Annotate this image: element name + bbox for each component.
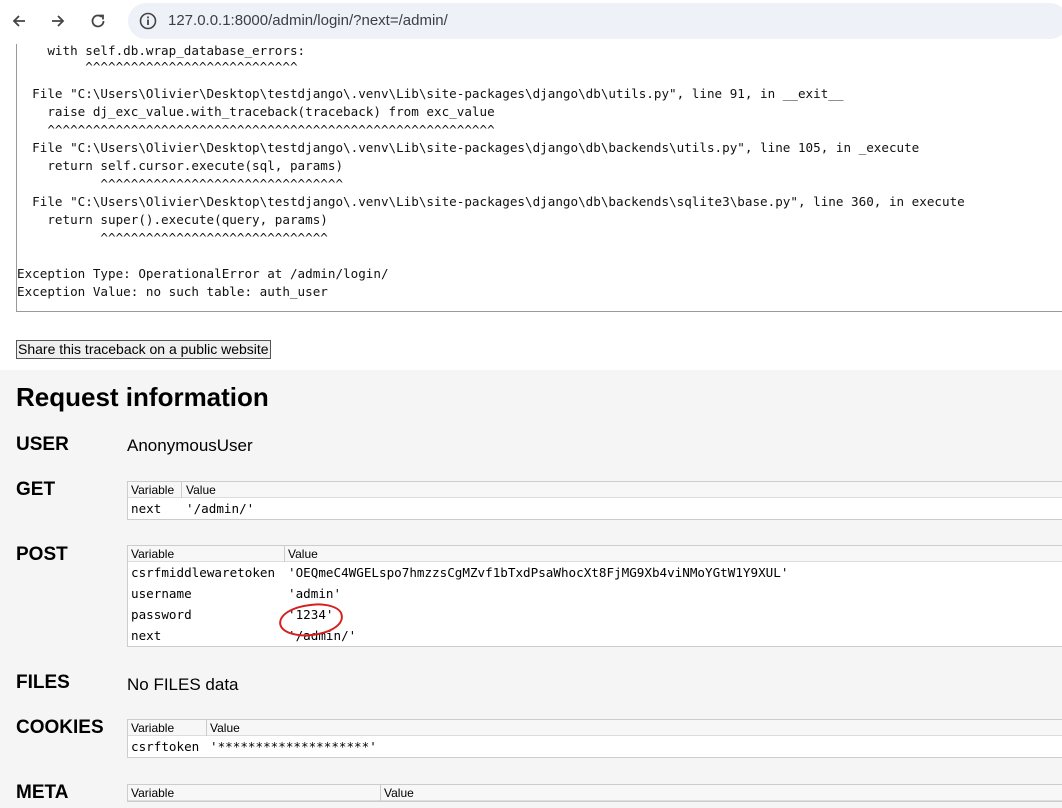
variable-cell: username [131, 586, 192, 601]
value-column-header: Value [384, 786, 414, 800]
table-row: next '/admin/' [128, 498, 1062, 519]
table-row: password '1234' [128, 604, 1062, 625]
url-text[interactable]: 127.0.0.1:8000/admin/login/?next=/admin/ [168, 12, 448, 29]
get-label: GET [16, 479, 56, 500]
traceback-line: File "C:\Users\Olivier\Desktop\testdjang… [17, 86, 844, 101]
files-label: FILES [16, 672, 70, 693]
forward-button[interactable] [45, 8, 71, 34]
variable-cell: csrftoken [131, 739, 200, 754]
traceback-line: File "C:\Users\Olivier\Desktop\testdjang… [17, 140, 920, 155]
info-icon[interactable] [138, 11, 158, 31]
value-column-header: Value [288, 547, 318, 561]
variable-cell: password [131, 607, 192, 622]
variable-cell: next [131, 501, 162, 516]
value-column-header: Value [210, 721, 240, 735]
table-row: csrfmiddlewaretoken 'OEQmeC4WGELspo7hmzz… [128, 562, 1062, 583]
table-header: Variable Value [128, 546, 1062, 562]
arrow-right-icon [52, 15, 65, 27]
browser-toolbar: 127.0.0.1:8000/admin/login/?next=/admin/ [0, 0, 1062, 44]
value-cell: '********************' [210, 739, 377, 754]
request-information-title: Request information [16, 382, 269, 412]
post-label: POST [16, 544, 68, 565]
table-header: Variable Value [128, 482, 1062, 498]
back-button[interactable] [6, 8, 32, 34]
variable-column-header: Variable [131, 547, 175, 561]
share-traceback-button[interactable]: Share this traceback on a public website [16, 340, 271, 359]
traceback-line: Exception Type: OperationalError at /adm… [17, 266, 389, 281]
traceback-line: ^^^^^^^^^^^^^^^^^^^^^^^^^^^^^^^^^^^^^^^^… [17, 122, 495, 137]
post-table: Variable Value csrfmiddlewaretoken 'OEQm… [127, 545, 1062, 647]
value-cell: '/admin/' [186, 501, 255, 516]
meta-table: Variable Value [127, 784, 1062, 802]
cookies-label: COOKIES [16, 717, 104, 738]
traceback-line: return super().execute(query, params) [17, 212, 328, 227]
table-row: username 'admin' [128, 583, 1062, 604]
value-cell: 'OEQmeC4WGELspo7hmzzsCgMZvf1bTxdPsaWhocX… [288, 565, 789, 580]
traceback-box: with self.db.wrap_database_errors: ^^^^^… [16, 44, 1062, 312]
traceback-line: Exception Value: no such table: auth_use… [17, 284, 328, 299]
value-column-header: Value [186, 483, 216, 497]
variable-column-header: Variable [131, 786, 175, 800]
traceback-line: ^^^^^^^^^^^^^^^^^^^^^^^^^^^^^^ [17, 230, 328, 245]
table-header: Variable Value [128, 785, 1062, 801]
value-cell: 'admin' [288, 586, 342, 601]
address-bar[interactable]: 127.0.0.1:8000/admin/login/?next=/admin/ [128, 3, 1062, 39]
variable-cell: next [131, 628, 162, 643]
table-row: csrftoken '********************' [128, 736, 1062, 757]
user-label: USER [16, 434, 69, 455]
request-information-section: Request information USER AnonymousUser G… [0, 370, 1062, 808]
cookies-table: Variable Value csrftoken '**************… [127, 719, 1062, 758]
traceback-line: return self.cursor.execute(sql, params) [17, 158, 344, 173]
reload-icon [91, 14, 105, 28]
variable-column-header: Variable [131, 721, 175, 735]
traceback-line: raise dj_exc_value.with_traceback(traceb… [17, 104, 495, 119]
user-value: AnonymousUser [127, 436, 253, 455]
table-header: Variable Value [128, 720, 1062, 736]
meta-label: META [16, 782, 69, 803]
arrow-left-icon [12, 15, 25, 27]
traceback-line: ^^^^^^^^^^^^^^^^^^^^^^^^^^^^^^^^ [17, 176, 344, 191]
get-table: Variable Value next '/admin/' [127, 481, 1062, 520]
table-row: next '/admin/' [128, 625, 1062, 646]
reload-button[interactable] [85, 8, 111, 34]
variable-column-header: Variable [131, 483, 175, 497]
traceback-line: File "C:\Users\Olivier\Desktop\testdjang… [17, 194, 965, 209]
traceback-line: ^^^^^^^^^^^^^^^^^^^^^^^^^^^^ [17, 59, 298, 74]
variable-cell: csrfmiddlewaretoken [131, 565, 276, 580]
files-value: No FILES data [127, 675, 239, 694]
